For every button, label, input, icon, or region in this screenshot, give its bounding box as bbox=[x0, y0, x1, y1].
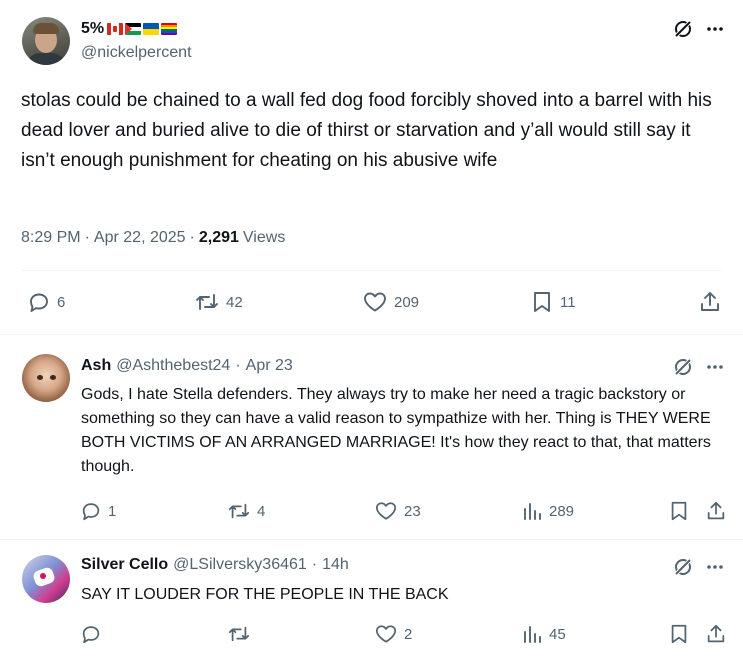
flag-rainbow-icon bbox=[161, 23, 178, 35]
reply-time[interactable]: 14h bbox=[322, 556, 349, 574]
views-count: 2,291 bbox=[198, 229, 239, 246]
reply-handle[interactable]: @LSilversky36461 bbox=[173, 556, 307, 574]
share-button[interactable] bbox=[698, 290, 722, 314]
divider bbox=[0, 539, 743, 540]
post-text: stolas could be chained to a wall fed do… bbox=[21, 90, 712, 171]
heart-icon bbox=[375, 625, 397, 643]
more-options-icon[interactable] bbox=[705, 20, 725, 38]
meta-separator: · bbox=[311, 556, 318, 573]
post-meta: 8:29 PM · Apr 22, 2025 · 2,291 Views bbox=[21, 229, 285, 247]
bookmark-button[interactable] bbox=[668, 500, 690, 522]
reply-icon bbox=[30, 293, 48, 312]
views-button[interactable]: 289 bbox=[521, 500, 574, 522]
flag-ukraine-icon bbox=[143, 23, 160, 35]
bookmark-count: 11 bbox=[560, 293, 576, 311]
reply-icon bbox=[82, 626, 100, 644]
views-icon bbox=[524, 626, 541, 643]
reply-count: 1 bbox=[108, 502, 117, 520]
like-button[interactable]: 23 bbox=[374, 500, 421, 522]
repost-count: 42 bbox=[226, 293, 243, 311]
share-icon bbox=[707, 501, 725, 520]
reply-button[interactable]: 6 bbox=[27, 290, 65, 314]
post-date[interactable]: Apr 22, 2025 bbox=[94, 229, 186, 247]
like-count: 23 bbox=[404, 502, 421, 520]
grok-icon[interactable] bbox=[672, 556, 694, 578]
bookmark-icon bbox=[671, 501, 687, 521]
views-count: 45 bbox=[549, 625, 566, 643]
repost-icon bbox=[228, 503, 250, 519]
repost-icon bbox=[196, 294, 218, 310]
reply-text: SAY IT LOUDER FOR THE PEOPLE IN THE BACK bbox=[81, 586, 449, 603]
reply-avatar[interactable] bbox=[22, 555, 70, 603]
bookmark-icon bbox=[671, 624, 687, 644]
reply-handle[interactable]: @Ashthebest24 bbox=[116, 357, 230, 375]
reply-button[interactable]: 1 bbox=[80, 500, 116, 522]
share-icon bbox=[701, 292, 719, 311]
reply-text: Gods, I hate Stella defenders. They alwa… bbox=[81, 386, 711, 475]
repost-button[interactable]: 42 bbox=[194, 290, 243, 314]
more-options-icon[interactable] bbox=[705, 358, 725, 376]
repost-icon bbox=[228, 626, 250, 642]
meta-separator: · bbox=[84, 229, 90, 246]
meta-separator: · bbox=[235, 357, 241, 374]
bookmark-button[interactable] bbox=[668, 623, 690, 645]
like-button[interactable]: 209 bbox=[362, 290, 419, 314]
meta-separator: · bbox=[189, 229, 195, 246]
grok-icon[interactable] bbox=[672, 356, 694, 378]
repost-button[interactable] bbox=[227, 623, 257, 645]
views-count: 289 bbox=[549, 502, 575, 520]
heart-icon bbox=[364, 292, 386, 312]
views-label: Views bbox=[242, 229, 286, 246]
author-display-name[interactable]: 5% bbox=[81, 20, 104, 38]
views-icon bbox=[524, 503, 541, 520]
author-handle[interactable]: @nickelpercent bbox=[81, 44, 192, 62]
reply-avatar[interactable] bbox=[22, 354, 70, 402]
bookmark-button[interactable]: 11 bbox=[530, 290, 576, 314]
share-icon bbox=[707, 624, 725, 643]
bookmark-icon bbox=[534, 292, 550, 312]
flag-canada-icon bbox=[107, 23, 124, 35]
more-options-icon[interactable] bbox=[705, 558, 725, 576]
post-time[interactable]: 8:29 PM bbox=[21, 229, 81, 247]
divider bbox=[21, 270, 721, 271]
repost-button[interactable]: 4 bbox=[227, 500, 265, 522]
like-button[interactable]: 2 bbox=[374, 623, 412, 645]
author-name-row[interactable]: 5% bbox=[81, 19, 178, 39]
share-button[interactable] bbox=[705, 500, 727, 522]
like-count: 209 bbox=[394, 293, 420, 311]
reply-button[interactable] bbox=[80, 623, 108, 645]
heart-icon bbox=[375, 502, 397, 520]
grok-icon[interactable] bbox=[672, 18, 694, 40]
reply-icon bbox=[82, 503, 100, 521]
reply-count: 6 bbox=[57, 293, 66, 311]
reply-header: Ash @Ashthebest24 · Apr 23 bbox=[81, 357, 293, 375]
like-count: 2 bbox=[404, 625, 413, 643]
repost-count: 4 bbox=[257, 502, 266, 520]
share-button[interactable] bbox=[705, 623, 727, 645]
flag-palestine-icon bbox=[125, 23, 142, 35]
reply-display-name[interactable]: Silver Cello bbox=[81, 556, 168, 574]
reply-header: Silver Cello @LSilversky36461 · 14h bbox=[81, 556, 349, 574]
author-avatar[interactable] bbox=[22, 17, 70, 65]
divider bbox=[0, 334, 743, 335]
reply-display-name[interactable]: Ash bbox=[81, 357, 111, 375]
views-button[interactable]: 45 bbox=[521, 623, 566, 645]
reply-time[interactable]: Apr 23 bbox=[246, 357, 293, 375]
